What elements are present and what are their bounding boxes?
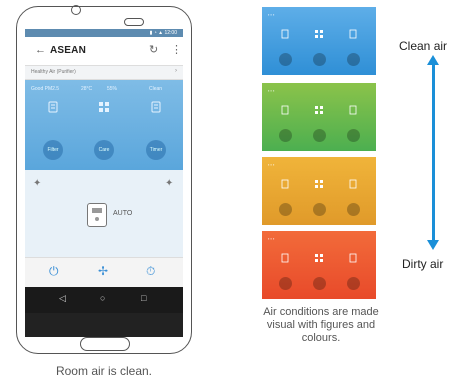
card-button: [279, 277, 292, 290]
temperature-readout: 28°C: [81, 86, 93, 92]
back-arrow-icon[interactable]: ←: [35, 44, 46, 56]
care-button[interactable]: Care: [94, 140, 114, 160]
device-name: Healthy Air (Purifier): [31, 69, 76, 75]
room-caption: Room air is clean.: [55, 364, 153, 378]
card-button: [313, 53, 326, 66]
home-button[interactable]: [80, 337, 130, 351]
fan-speed-up-icon[interactable]: ✦: [165, 178, 173, 189]
arrow-down-icon: [427, 240, 439, 250]
air-level-dirty-card: ▪ ▪ ▪: [262, 231, 376, 299]
card-button: [279, 53, 292, 66]
air-status-panel: Good PM2.5 28°C 55% Clean Filter Care Ti…: [25, 80, 183, 170]
sensor-icon: [281, 29, 289, 39]
card-status-text: ▪ ▪ ▪: [268, 162, 275, 167]
card-button: [347, 129, 360, 142]
card-button: [279, 203, 292, 216]
recent-nav-icon[interactable]: □: [141, 293, 146, 303]
camera-icon: [71, 5, 81, 15]
card-button: [347, 53, 360, 66]
mode-label: AUTO: [113, 210, 133, 217]
fan-icon[interactable]: ✢: [98, 264, 108, 278]
sensor-icon: [349, 179, 357, 189]
grid-icon: [99, 102, 109, 112]
device-selector[interactable]: Healthy Air (Purifier) ›: [25, 66, 183, 80]
card-button: [347, 277, 360, 290]
phone-screen: ▮ ◔ ▲ 12:00 ← ASEAN ↻ ⋮ Healthy Air (Pur…: [25, 29, 183, 337]
sensor-icon: [281, 253, 289, 263]
air-scale-line: [432, 62, 435, 245]
card-button: [313, 129, 326, 142]
android-nav-bar: ◁ ○ □: [25, 287, 183, 313]
air-quality-readout: Clean: [149, 86, 163, 92]
card-status-text: ▪ ▪ ▪: [268, 12, 275, 17]
grid-icon: [315, 30, 323, 38]
grid-icon: [315, 106, 323, 114]
purifier-icon: [87, 203, 107, 227]
card-button: [313, 203, 326, 216]
clean-air-label: Clean air: [399, 39, 448, 53]
back-nav-icon[interactable]: ◁: [59, 293, 66, 304]
timer-button[interactable]: Timer: [146, 140, 166, 160]
sensor-icon: [281, 105, 289, 115]
speaker-icon: [124, 18, 144, 26]
card-button: [313, 277, 326, 290]
sensor-icon: [349, 253, 357, 263]
card-status-text: ▪ ▪ ▪: [268, 236, 275, 241]
app-title: ASEAN: [50, 45, 87, 56]
sensor-icon: [281, 179, 289, 189]
card-button: [279, 129, 292, 142]
bottom-action-bar: ⏻ ✢ ⏱: [25, 257, 183, 287]
more-menu-icon[interactable]: ⋮: [171, 43, 182, 56]
chevron-right-icon: ›: [175, 68, 177, 74]
home-nav-icon[interactable]: ○: [100, 293, 105, 303]
sensor-icon: [48, 101, 58, 113]
air-conditions-caption: Air conditions are made visual with figu…: [263, 306, 379, 344]
timer-icon[interactable]: ⏱: [146, 264, 155, 279]
system-status-bar: ▮ ◔ ▲ 12:00: [25, 29, 183, 37]
air-level-moderate-card: ▪ ▪ ▪: [262, 157, 376, 225]
arrow-up-icon: [427, 55, 439, 65]
sensor-icon: [349, 105, 357, 115]
pm25-readout: Good PM2.5: [31, 86, 60, 92]
grid-icon: [315, 180, 323, 188]
filter-button[interactable]: Filter: [43, 140, 63, 160]
sensor-icon: [151, 101, 161, 113]
card-button: [347, 203, 360, 216]
refresh-icon[interactable]: ↻: [149, 43, 158, 56]
card-status-text: ▪ ▪ ▪: [268, 88, 275, 93]
fan-speed-down-icon[interactable]: ✦: [33, 178, 41, 189]
power-icon[interactable]: ⏻: [49, 264, 59, 279]
grid-icon: [315, 254, 323, 262]
purifier-control-area: ✦ ✦ AUTO: [25, 170, 183, 257]
app-bar: ← ASEAN ↻ ⋮: [25, 37, 183, 66]
air-level-good-card: ▪ ▪ ▪: [262, 83, 376, 151]
sensor-icon: [349, 29, 357, 39]
humidity-readout: 55%: [107, 86, 118, 92]
dirty-air-label: Dirty air: [402, 257, 444, 271]
air-level-clean-card: ▪ ▪ ▪: [262, 7, 376, 75]
